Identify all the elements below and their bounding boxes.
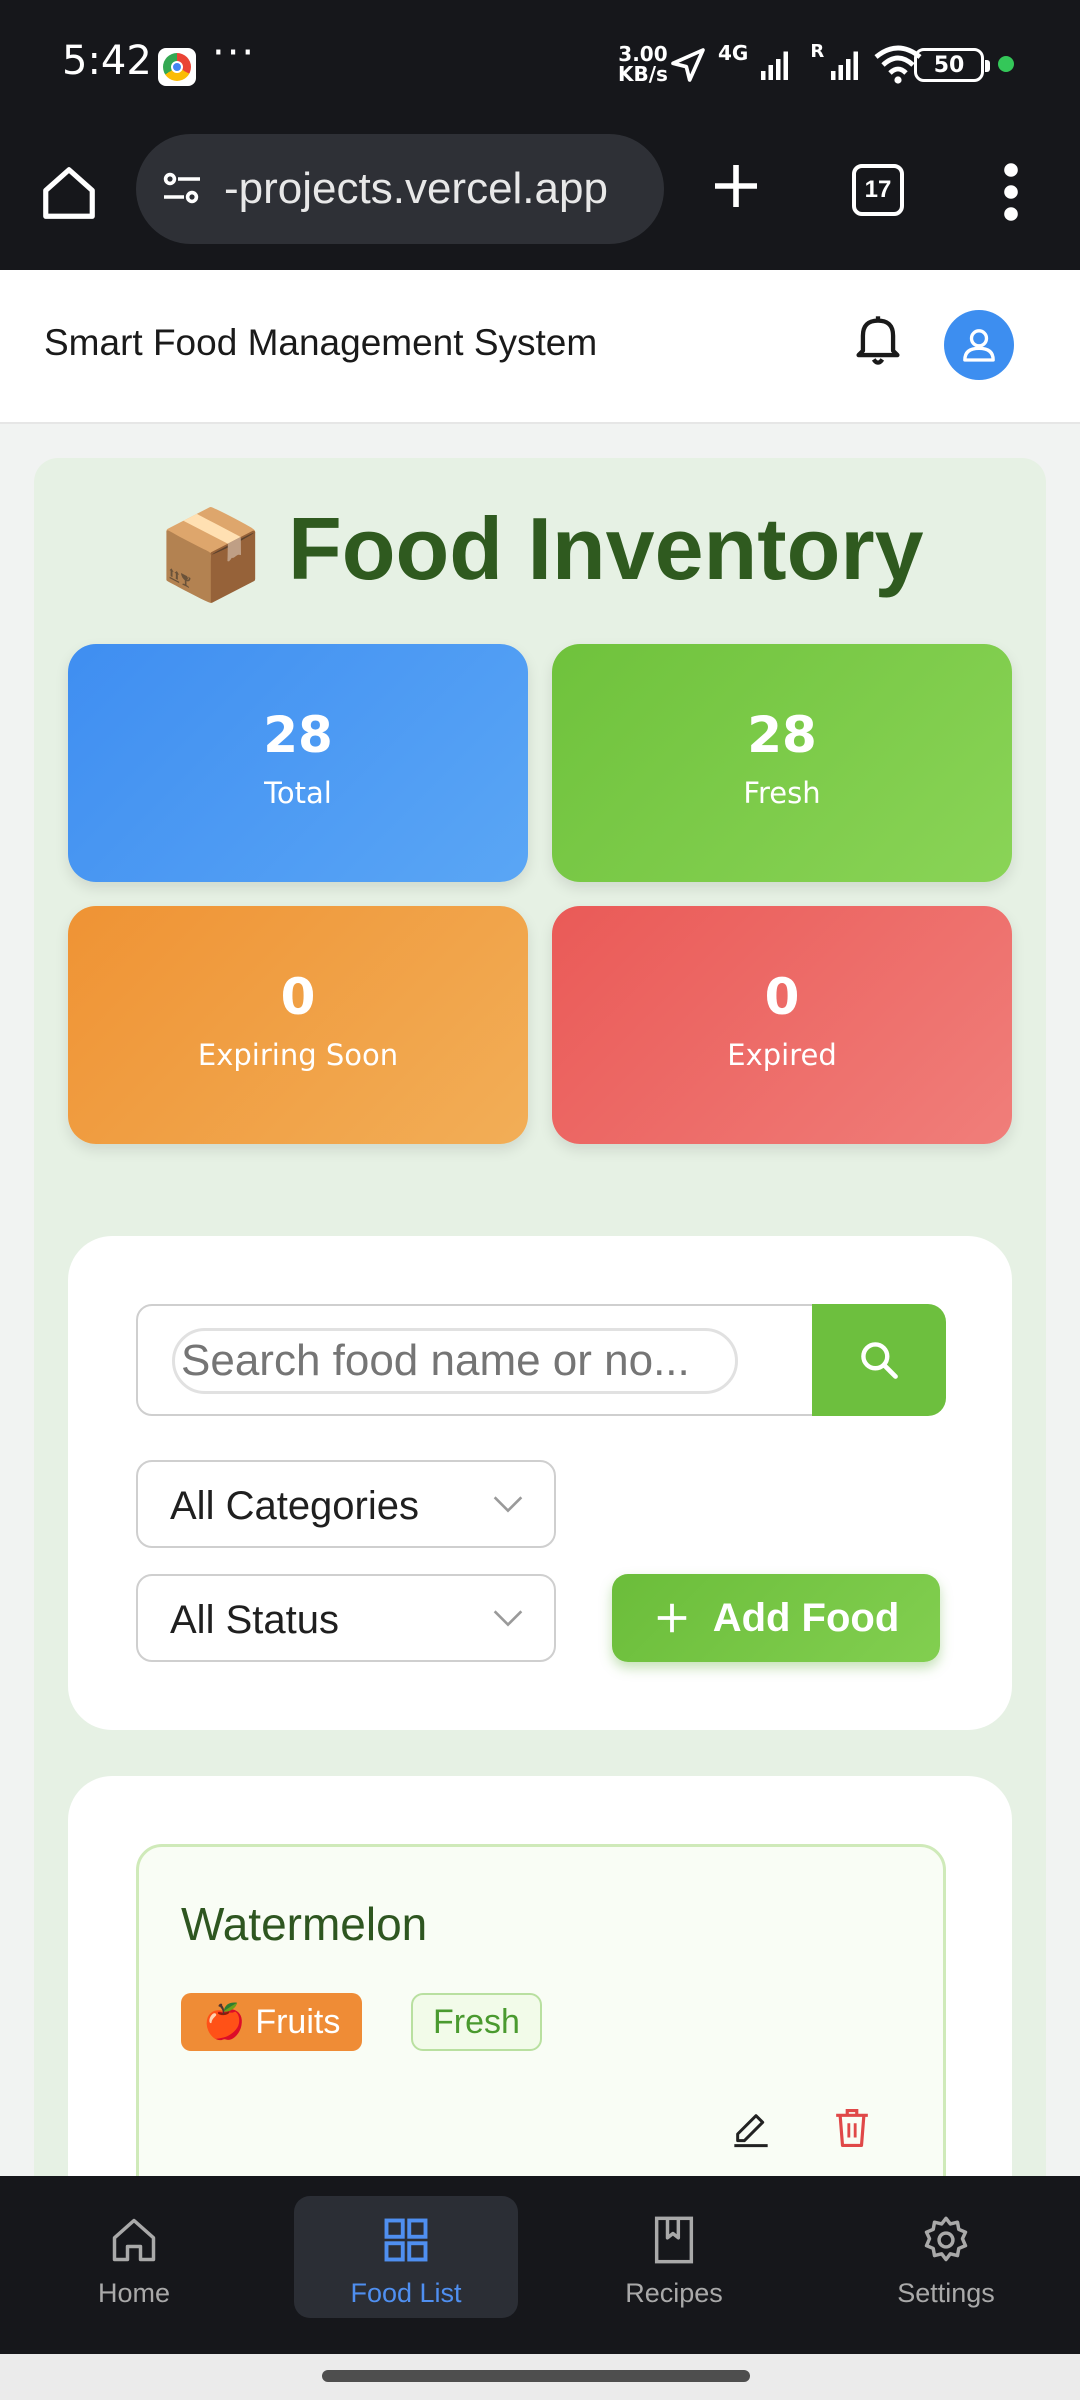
user-avatar[interactable] bbox=[944, 310, 1014, 380]
chrome-notification-icon bbox=[158, 48, 196, 86]
food-item-name: Watermelon bbox=[181, 1898, 428, 1950]
network-speed-unit: KB/s bbox=[618, 62, 668, 86]
category-select[interactable]: All Categories bbox=[136, 1460, 556, 1548]
gesture-area bbox=[0, 2354, 1080, 2400]
stat-card-total: 28 Total bbox=[68, 644, 528, 882]
signal-icon-2 bbox=[831, 51, 859, 80]
nav-item-home[interactable]: Home bbox=[22, 2196, 246, 2318]
stat-fresh-value: 28 bbox=[747, 706, 817, 764]
bottom-nav: Home Food List Recipes Settings bbox=[0, 2176, 1080, 2354]
nav-settings-label: Settings bbox=[897, 2278, 995, 2308]
filter-card: All Categories All Status Add Food bbox=[68, 1236, 1012, 1730]
stat-expired-value: 0 bbox=[764, 968, 800, 1026]
privacy-indicator-dot bbox=[998, 56, 1014, 72]
inventory-panel: 📦 Food Inventory 28 Total 28 Fresh 0 Expi… bbox=[34, 458, 1046, 2176]
category-badge-label: Fruits bbox=[255, 2002, 341, 2041]
browser-menu-icon[interactable] bbox=[996, 162, 1026, 222]
add-food-button[interactable]: Add Food bbox=[612, 1574, 940, 1662]
tab-switcher-button[interactable]: 17 bbox=[852, 164, 904, 216]
nav-food-list-label: Food List bbox=[350, 2278, 462, 2308]
home-gesture-bar[interactable] bbox=[322, 2370, 750, 2382]
status-select-value: All Status bbox=[170, 1598, 339, 1642]
nav-home-label: Home bbox=[97, 2278, 171, 2308]
search-input[interactable] bbox=[172, 1328, 738, 1394]
grid-icon bbox=[384, 2218, 428, 2262]
nav-item-recipes[interactable]: Recipes bbox=[562, 2196, 786, 2318]
stat-expired-label: Expired bbox=[727, 1038, 837, 1072]
new-tab-icon[interactable] bbox=[708, 158, 764, 214]
plus-icon bbox=[657, 1603, 686, 1633]
url-text: -projects.vercel.app bbox=[224, 164, 608, 213]
stat-total-value: 28 bbox=[263, 706, 333, 764]
app-title: Smart Food Management System bbox=[44, 322, 598, 363]
stat-fresh-label: Fresh bbox=[743, 776, 821, 810]
category-select-value: All Categories bbox=[170, 1484, 420, 1528]
status-select[interactable]: All Status bbox=[136, 1574, 556, 1662]
nav-item-food-list[interactable]: Food List bbox=[294, 2196, 518, 2318]
main-content: 📦 Food Inventory 28 Total 28 Fresh 0 Expi… bbox=[0, 424, 1080, 2176]
nav-recipes-label: Recipes bbox=[625, 2278, 723, 2308]
trash-icon[interactable] bbox=[833, 2107, 871, 2149]
apple-icon: 🍎 bbox=[203, 2003, 246, 2041]
stat-card-expired: 0 Expired bbox=[552, 906, 1012, 1144]
category-badge: 🍎 Fruits bbox=[181, 1993, 363, 2051]
chevron-down-icon bbox=[493, 1610, 523, 1627]
food-list-card: Watermelon 🍎 Fruits Fresh bbox=[68, 1776, 1012, 2176]
stat-card-fresh: 28 Fresh bbox=[552, 644, 1012, 882]
stat-total-label: Total bbox=[264, 776, 332, 810]
home-icon[interactable] bbox=[38, 162, 100, 224]
roaming-indicator: R bbox=[810, 40, 825, 62]
app-header: Smart Food Management System bbox=[0, 270, 1080, 424]
search-icon bbox=[861, 1342, 898, 1379]
more-notifications-icon: ··· bbox=[212, 30, 257, 76]
search-button[interactable] bbox=[812, 1304, 946, 1416]
site-settings-icon[interactable] bbox=[158, 165, 206, 213]
nav-item-settings[interactable]: Settings bbox=[834, 2196, 1058, 2318]
home-icon bbox=[112, 2218, 156, 2262]
network-speed-value: 3.00 bbox=[618, 42, 668, 66]
status-icons: 4G R bbox=[668, 40, 922, 90]
status-time: 5:42 bbox=[62, 38, 152, 84]
network-type: 4G bbox=[718, 41, 749, 65]
chevron-down-icon bbox=[493, 1496, 523, 1513]
gear-icon bbox=[924, 2216, 968, 2262]
page-title: 📦 Food Inventory bbox=[34, 498, 1046, 607]
signal-icon bbox=[761, 51, 789, 80]
status-badge: Fresh bbox=[411, 1993, 542, 2051]
notification-bell-icon[interactable] bbox=[852, 312, 904, 368]
battery-indicator: 50 bbox=[914, 48, 990, 82]
stat-expiring-value: 0 bbox=[280, 968, 316, 1026]
user-icon bbox=[963, 329, 995, 362]
url-bar[interactable]: -projects.vercel.app bbox=[136, 134, 664, 244]
book-icon bbox=[654, 2216, 694, 2264]
food-item-card[interactable]: Watermelon 🍎 Fruits Fresh bbox=[136, 1844, 946, 2176]
stat-expiring-label: Expiring Soon bbox=[197, 1038, 399, 1072]
stat-card-expiring-soon: 0 Expiring Soon bbox=[68, 906, 528, 1144]
browser-toolbar: -projects.vercel.app 17 bbox=[0, 128, 1080, 270]
location-arrow-icon bbox=[671, 48, 705, 82]
add-food-label: Add Food bbox=[712, 1595, 900, 1640]
search-field-wrapper bbox=[136, 1304, 814, 1416]
network-speed: 3.00 KB/s bbox=[618, 44, 668, 84]
status-bar: 5:42 ··· 3.00 KB/s 4G R 50 bbox=[0, 0, 1080, 128]
edit-icon[interactable] bbox=[731, 2109, 771, 2149]
page-title-text: Food Inventory bbox=[288, 499, 924, 598]
package-icon: 📦 bbox=[156, 505, 266, 604]
